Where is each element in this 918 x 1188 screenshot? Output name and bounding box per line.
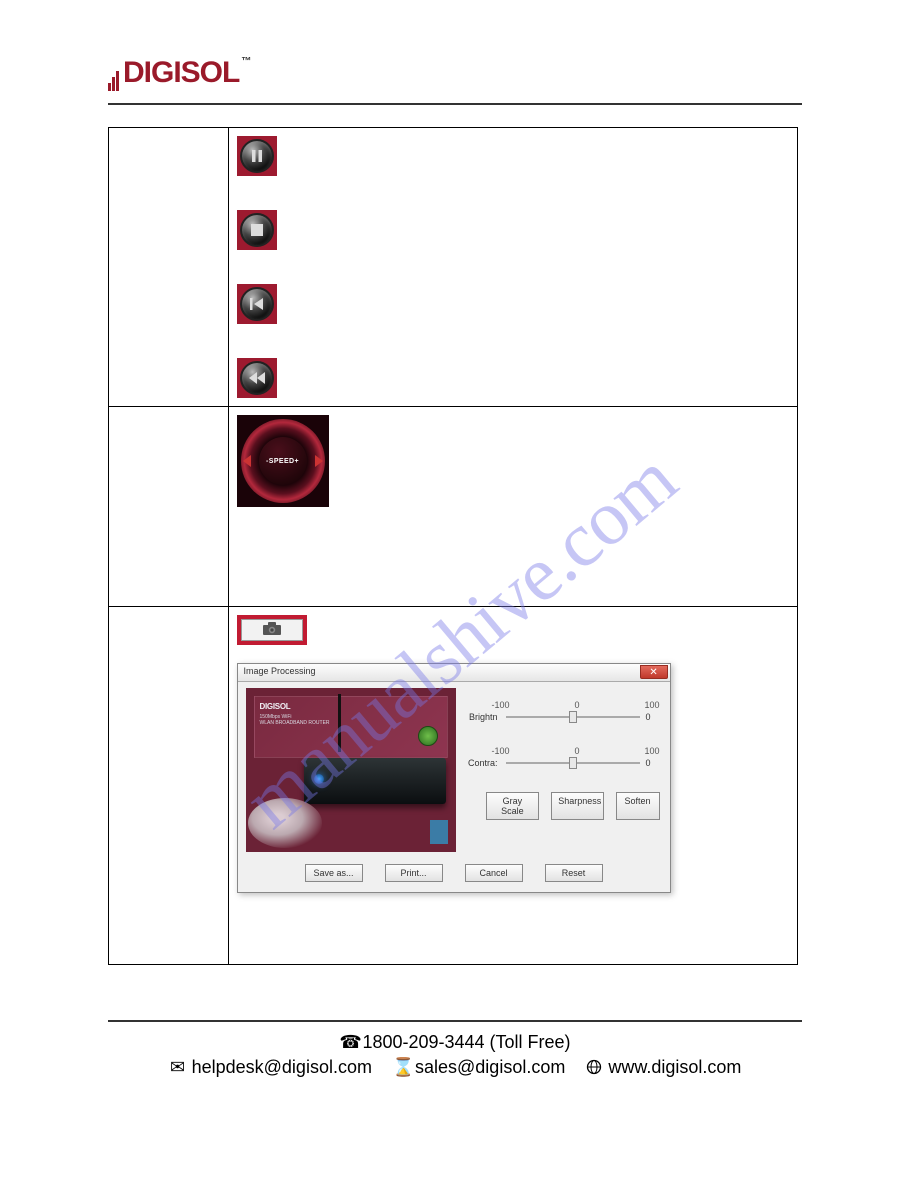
contrast-thumb[interactable]: [569, 757, 577, 769]
brand-name: DIGISOL: [123, 56, 239, 89]
rewind-button[interactable]: [237, 358, 277, 398]
row1-label-cell: [109, 128, 229, 407]
print-button[interactable]: Print...: [385, 864, 443, 882]
preview-logo: DIGISOL: [260, 702, 291, 711]
footer-divider: [108, 1020, 802, 1022]
stop-button[interactable]: [237, 210, 277, 250]
eco-badge-icon: [418, 726, 438, 746]
hourglass-icon: ⌛: [392, 1057, 410, 1078]
effect-buttons: Gray Scale Sharpness Soften: [486, 792, 660, 820]
preview-desc: 150Mbps WiFiWLAN BROADBAND ROUTER: [260, 714, 330, 726]
plus-arrow-icon: [315, 455, 323, 467]
header-divider: [108, 103, 802, 105]
reset-button[interactable]: Reset: [545, 864, 603, 882]
close-button[interactable]: ✕: [640, 665, 668, 679]
row1-content-cell: [228, 128, 797, 407]
contrast-value: 0: [646, 758, 660, 768]
skip-back-button[interactable]: [237, 284, 277, 324]
contact-line-1: ☎ 1800-209-3444 (Toll Free): [108, 1032, 802, 1053]
row3-label-cell: [109, 607, 229, 965]
row3-content-cell: Image Processing ✕ DIGISOL 150Mbps WiFiW…: [228, 607, 797, 965]
pause-icon: [237, 136, 277, 176]
logo-bars-icon: [108, 57, 120, 91]
dialog-body: DIGISOL 150Mbps WiFiWLAN BROADBAND ROUTE…: [238, 682, 670, 856]
brightness-ticks: -100 0 100: [492, 700, 660, 710]
dialog-titlebar: Image Processing ✕: [238, 664, 670, 682]
table-row: [109, 128, 798, 407]
brand-logo: DIGISOL™: [108, 56, 802, 91]
helpdesk-email: helpdesk@digisol.com: [192, 1057, 372, 1077]
dialog-title: Image Processing: [244, 666, 316, 676]
speed-label: - SPEED +: [259, 437, 307, 485]
trademark-icon: ™: [241, 56, 250, 67]
contrast-track[interactable]: [506, 762, 640, 764]
speed-control[interactable]: - SPEED +: [237, 415, 329, 507]
image-processing-dialog: Image Processing ✕ DIGISOL 150Mbps WiFiW…: [237, 663, 671, 893]
phone-number: 1800-209-3444 (Toll Free): [362, 1032, 570, 1052]
brightness-slider[interactable]: Brightn 0: [464, 712, 660, 722]
pause-button[interactable]: [237, 136, 277, 176]
stop-icon: [237, 210, 277, 250]
website-url: www.digisol.com: [608, 1057, 741, 1077]
sales-email: sales@digisol.com: [415, 1057, 565, 1077]
globe-icon: [585, 1057, 603, 1078]
antenna-icon: [338, 694, 341, 752]
row2-label-cell: [109, 407, 229, 607]
table-row: Image Processing ✕ DIGISOL 150Mbps WiFiW…: [109, 607, 798, 965]
row2-content-cell: - SPEED +: [228, 407, 797, 607]
skip-back-icon: [237, 284, 277, 324]
camera-icon: [263, 622, 281, 639]
dialog-footer: Save as... Print... Cancel Reset: [238, 856, 670, 892]
brightness-value: 0: [646, 712, 660, 722]
contrast-label: Contra:: [464, 758, 498, 768]
phone-icon: ☎: [339, 1032, 357, 1053]
close-icon: ✕: [649, 667, 657, 678]
gray-scale-button[interactable]: Gray Scale: [486, 792, 540, 820]
save-as-button[interactable]: Save as...: [305, 864, 363, 882]
contrast-ticks: -100 0 100: [492, 746, 660, 756]
page-content: DIGISOL™: [108, 56, 802, 965]
cancel-button[interactable]: Cancel: [465, 864, 523, 882]
table-row: - SPEED +: [109, 407, 798, 607]
controls-table: - SPEED + Image Processing: [108, 127, 798, 965]
page-footer: ☎ 1800-209-3444 (Toll Free) ✉ helpdesk@d…: [108, 1020, 802, 1078]
brightness-thumb[interactable]: [569, 711, 577, 723]
sharpness-button[interactable]: Sharpness: [551, 792, 603, 820]
contrast-slider[interactable]: Contra: 0: [464, 758, 660, 768]
minus-arrow-icon: [243, 455, 251, 467]
soften-button[interactable]: Soften: [616, 792, 660, 820]
image-preview: DIGISOL 150Mbps WiFiWLAN BROADBAND ROUTE…: [246, 688, 456, 852]
snapshot-button[interactable]: [237, 615, 307, 645]
contact-line-2: ✉ helpdesk@digisol.com ⌛ sales@digisol.c…: [108, 1057, 802, 1078]
mail-icon: ✉: [169, 1057, 187, 1078]
brightness-track[interactable]: [506, 716, 640, 718]
rewind-icon: [237, 358, 277, 398]
router-image: [304, 758, 446, 804]
brightness-label: Brightn: [464, 712, 498, 722]
dialog-controls: -100 0 100 Brightn 0 -100 0: [464, 688, 660, 852]
